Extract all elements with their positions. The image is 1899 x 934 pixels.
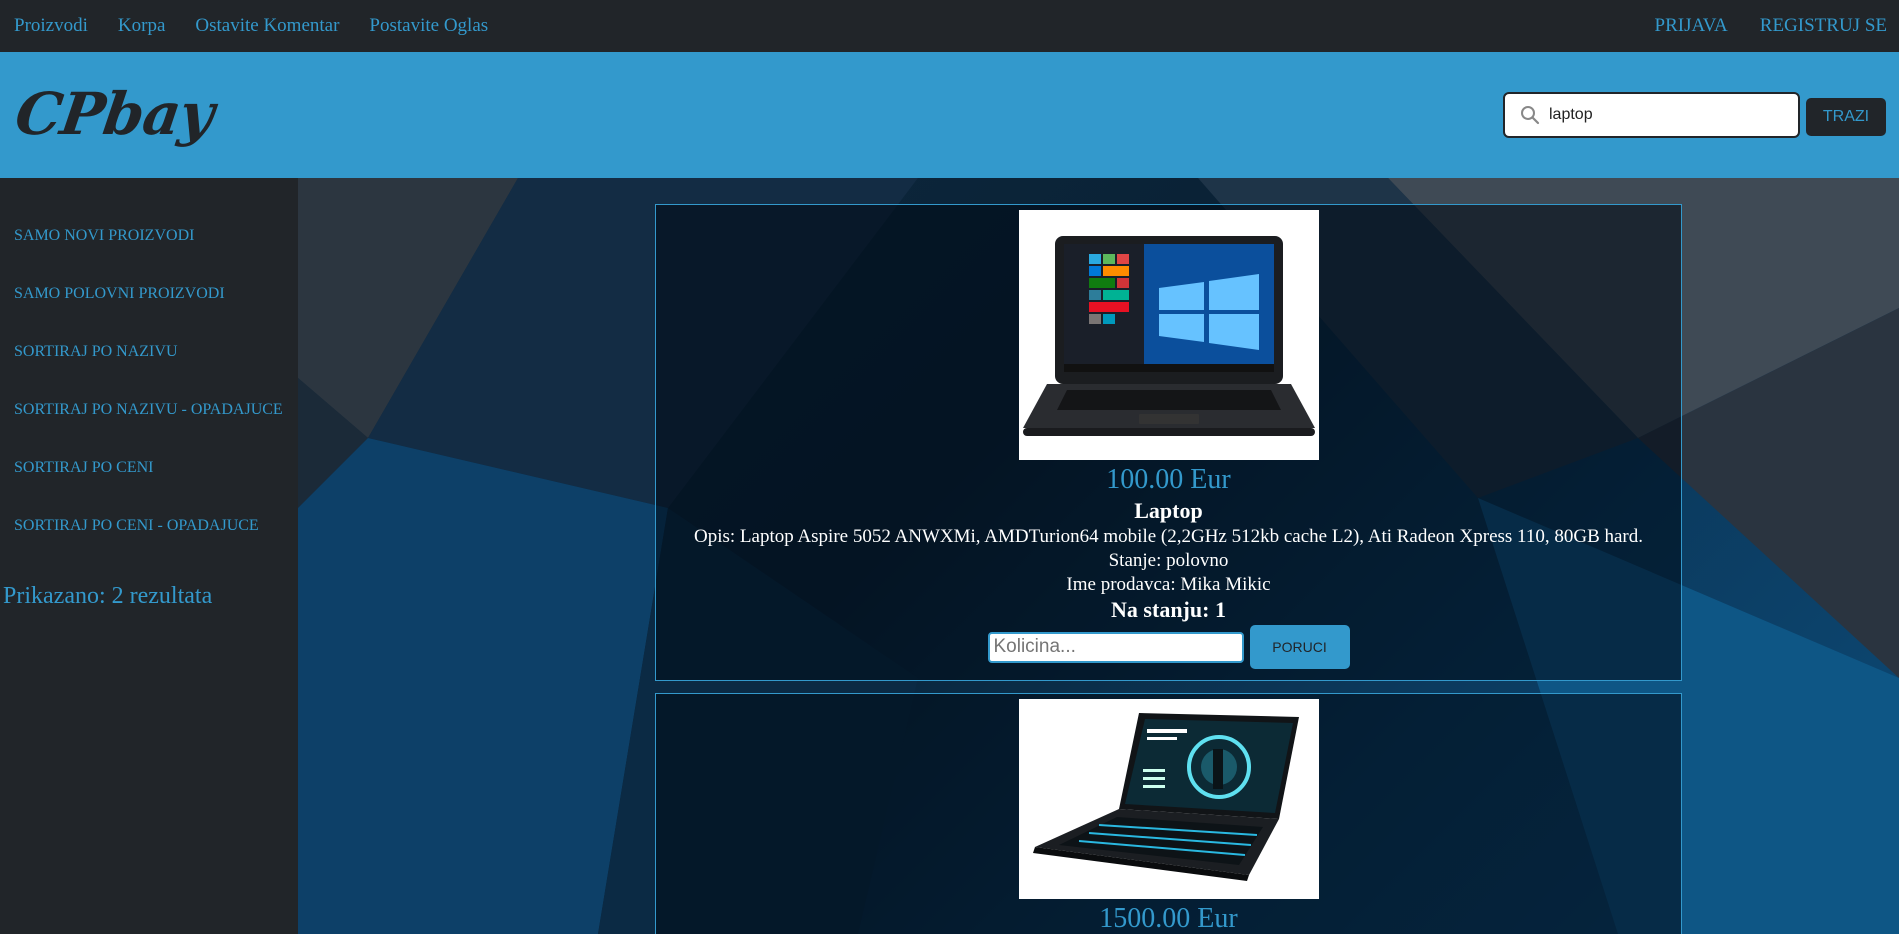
- top-navbar: Proizvodi Korpa Ostavite Komentar Postav…: [0, 0, 1899, 52]
- login-link[interactable]: PRIJAVA: [1655, 15, 1728, 37]
- product-description: Opis: Laptop Aspire 5052 ANWXMi, AMDTuri…: [693, 526, 1644, 547]
- product-image-laptop[interactable]: [1018, 210, 1319, 460]
- product-title: Laptop: [1134, 498, 1203, 523]
- register-link[interactable]: REGISTRUJ SE: [1760, 15, 1887, 37]
- quantity-input[interactable]: [987, 631, 1244, 663]
- result-count: Prikazano: 2 rezultata: [3, 583, 213, 609]
- product-card: 100.00 Eur Laptop Opis: Laptop Aspire 50…: [655, 204, 1682, 681]
- sidebar-item-used-only[interactable]: SAMO POLOVNI PROIZVODI: [14, 265, 298, 323]
- top-nav-left: Proizvodi Korpa Ostavite Komentar Postav…: [0, 15, 504, 37]
- sidebar-item-sort-price[interactable]: SORTIRAJ PO CENI: [14, 439, 298, 497]
- site-logo[interactable]: CPbay: [11, 80, 217, 148]
- order-button[interactable]: PORUCI: [1249, 625, 1350, 669]
- sidebar-item-sort-name-desc[interactable]: SORTIRAJ PO NAZIVU - OPADAJUCE: [14, 381, 298, 439]
- product-image-gaming-laptop[interactable]: [1018, 699, 1319, 899]
- top-nav-right: PRIJAVA REGISTRUJ SE: [1639, 15, 1899, 37]
- product-stock: Na stanju: 1: [1111, 597, 1226, 622]
- sidebar-item-sort-price-desc[interactable]: SORTIRAJ PO CENI - OPADAJUCE: [14, 497, 298, 555]
- sidebar: SAMO NOVI PROIZVODI SAMO POLOVNI PROIZVO…: [0, 178, 298, 934]
- product-price: 1500.00 Eur: [1099, 903, 1238, 934]
- sidebar-item-sort-name[interactable]: SORTIRAJ PO NAZIVU: [14, 323, 298, 381]
- sidebar-item-new-only[interactable]: SAMO NOVI PROIZVODI: [14, 207, 298, 265]
- nav-link-korpa[interactable]: Korpa: [118, 15, 165, 37]
- nav-link-proizvodi[interactable]: Proizvodi: [14, 15, 88, 37]
- nav-link-oglas[interactable]: Postavite Oglas: [369, 15, 488, 37]
- product-condition: Stanje: polovno: [1108, 550, 1229, 571]
- product-card: 1500.00 Eur: [655, 693, 1682, 934]
- search-icon: [1515, 100, 1545, 130]
- search-input[interactable]: [1545, 100, 1785, 130]
- product-price: 100.00 Eur: [1106, 464, 1231, 495]
- order-row: PORUCI: [656, 625, 1681, 669]
- header-band: CPbay TRAZI: [0, 52, 1899, 178]
- search-button[interactable]: TRAZI: [1806, 98, 1886, 136]
- product-seller: Ime prodavca: Mika Mikic: [1066, 574, 1271, 595]
- main-content: 100.00 Eur Laptop Opis: Laptop Aspire 50…: [298, 178, 1899, 934]
- nav-link-komentar[interactable]: Ostavite Komentar: [195, 15, 339, 37]
- search-box: [1503, 92, 1800, 138]
